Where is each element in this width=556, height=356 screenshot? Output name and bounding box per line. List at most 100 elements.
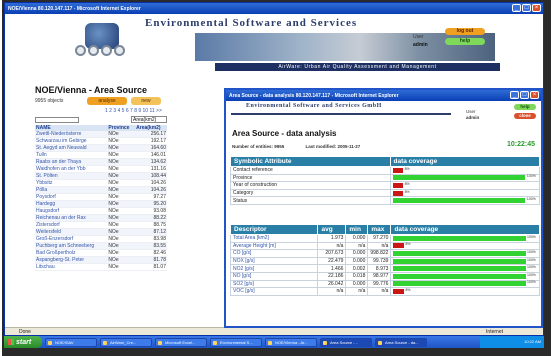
new-button[interactable]: new	[131, 97, 161, 105]
cell-name[interactable]: Weitersfeld	[35, 228, 108, 237]
cell-name[interactable]: Haugsdorf	[35, 207, 108, 216]
table-row[interactable]: Aspangberg-St. Peter NOe 81.78	[35, 256, 167, 265]
table-row[interactable]: Groß-Enzersdorf NOe 83.98	[35, 235, 167, 244]
cell-name[interactable]: Waidhofen an der Ybb	[35, 165, 108, 174]
table-row[interactable]: Zwettl-Niederösterre NOe 256.17	[35, 131, 167, 139]
coverage-percent: 100%	[526, 280, 536, 285]
table-row[interactable]: St. Aegyd am Neuwald NOe 164.60	[35, 144, 167, 153]
taskbar-item[interactable]: Environmental S...	[210, 337, 262, 347]
coverage-fill	[393, 281, 526, 287]
table-row: VOC [g/s] n/a n/a n/a 8%	[229, 287, 540, 296]
dialog-titlebar[interactable]: Area Source - data analysis 80.120.147.1…	[226, 90, 541, 101]
dialog-close-button[interactable]: close	[514, 113, 536, 119]
cell-name[interactable]: Bad Großpertholz	[35, 249, 108, 258]
table-row: Year of construction 8%	[230, 181, 540, 190]
main-window-titlebar[interactable]: NOE/Vienna 80.120.147.117 - Microsoft In…	[5, 3, 543, 14]
taskbar-item[interactable]: NOE/Vienna - Ar...	[265, 337, 317, 347]
taskbar-item[interactable]: Microsoft Excel...	[155, 337, 207, 347]
maximize-icon[interactable]: □	[522, 4, 531, 12]
cell-province: NOe	[107, 249, 136, 258]
table-row[interactable]: Poysdorf NOe 97.27	[35, 193, 167, 202]
taskbar-item[interactable]: AirWare_Cre...	[100, 337, 152, 347]
table-row[interactable]: Waidhofen an der Ybb NOe 131.16	[35, 165, 167, 174]
table-row[interactable]: Zistersdorf NOe 88.75	[35, 221, 167, 230]
coverage-percent: 8%	[404, 181, 410, 186]
data-coverage-header: data coverage	[390, 224, 540, 235]
logout-button[interactable]: log out	[445, 28, 485, 35]
cell-name[interactable]: Ybbsitz	[35, 179, 108, 188]
minimize-icon[interactable]: _	[512, 4, 521, 12]
cell-area: 87.12	[135, 228, 167, 237]
cell-name[interactable]: Zistersdorf	[35, 221, 108, 230]
cell-name[interactable]: Hardegg	[35, 200, 108, 209]
table-row[interactable]: Haugsdorf NOe 93.08	[35, 207, 167, 216]
cell-name[interactable]: Aspangberg-St. Peter	[35, 256, 108, 265]
coverage-percent: 8%	[404, 189, 410, 194]
descriptor-label[interactable]: CO [g/s]	[229, 249, 319, 258]
table-row[interactable]: Puchberg am Schneeberg NOe 83.55	[35, 242, 167, 251]
minimize-icon[interactable]: _	[510, 91, 519, 99]
cell-name[interactable]: Raabs an der Thaya	[35, 158, 108, 167]
max-value: n/a	[367, 241, 392, 251]
coverage-fill	[393, 250, 526, 256]
coverage-cell: 100%	[390, 256, 540, 266]
table-row[interactable]: Weitersfeld NOe 87.12	[35, 228, 167, 237]
start-button[interactable]: start	[4, 336, 42, 348]
cell-name[interactable]: Reichenau an der Rax	[35, 214, 108, 223]
cell-name[interactable]: Litschau	[35, 263, 108, 272]
help-button[interactable]: help	[445, 38, 485, 45]
cell-name[interactable]: Zwettl-Niederösterre	[35, 131, 108, 139]
descriptor-label[interactable]: NO2 [g/s]	[229, 264, 319, 273]
coverage-cell: 100%	[390, 279, 540, 289]
coverage-fill	[393, 288, 404, 294]
taskbar-item[interactable]: Area Source - da...	[375, 337, 427, 347]
cell-name[interactable]: Puchberg am Schneeberg	[35, 242, 108, 251]
descriptor-label[interactable]: NO [g/s]	[229, 271, 319, 281]
dialog-help-button[interactable]: help	[514, 104, 536, 110]
cell-name[interactable]: Schwarzau im Gebirge	[35, 137, 108, 146]
cell-province: NOe	[107, 200, 136, 209]
table-row[interactable]: Litschau NOe 81.07	[35, 263, 167, 272]
descriptor-label[interactable]: VOC [g/s]	[229, 287, 319, 296]
coverage-cell: 8%	[389, 166, 540, 175]
cell-name[interactable]: Groß-Enzersdorf	[35, 235, 108, 244]
cell-name[interactable]: St. Pölten	[35, 172, 108, 181]
coverage-fill	[392, 182, 404, 188]
circle-icon	[75, 45, 86, 56]
table-row[interactable]: Pölla NOe 104.26	[35, 186, 167, 195]
cell-name[interactable]: St. Aegyd am Neuwald	[35, 144, 108, 153]
coverage-percent: 100%	[526, 272, 536, 277]
maximize-icon[interactable]: □	[520, 91, 529, 99]
cell-area: 131.16	[135, 165, 167, 174]
coverage-fill	[393, 273, 526, 279]
objects-count: 9955 objects	[35, 98, 64, 104]
descriptor-label[interactable]: Total Area [km2]	[229, 234, 319, 243]
table-row[interactable]: Schwarzau im Gebirge NOe 192.17	[35, 137, 167, 146]
close-icon[interactable]: ×	[530, 91, 539, 99]
table-row[interactable]: St. Pölten NOe 108.44	[35, 172, 167, 181]
cell-name[interactable]: Tulln	[35, 151, 108, 160]
pagination[interactable]: 1 2 3 4 5 6 7 8 9 10 11 >>	[105, 108, 162, 114]
table-row[interactable]: Bad Großpertholz NOe 82.46	[35, 249, 167, 258]
analyse-button[interactable]: analyse	[87, 97, 127, 105]
table-row[interactable]: Ybbsitz NOe 104.26	[35, 179, 167, 188]
table-row[interactable]: Raabs an der Thaya NOe 134.62	[35, 158, 167, 167]
table-row[interactable]: Tulln NOe 146.01	[35, 151, 167, 160]
table-row[interactable]: Reichenau an der Rax NOe 88.22	[35, 214, 167, 223]
taskbar-item[interactable]: NOE/ISAV	[45, 337, 97, 347]
table-row[interactable]: Hardegg NOe 95.20	[35, 200, 167, 209]
taskbar-item[interactable]: Area Source - ..	[320, 337, 372, 347]
coverage-bar: 100%	[393, 265, 537, 272]
cell-name[interactable]: Poysdorf	[35, 193, 108, 202]
descriptor-label[interactable]: NOX [g/s]	[229, 256, 319, 266]
descriptor-label[interactable]: SO2 [g/s]	[229, 279, 319, 289]
coverage-cell: 100%	[390, 234, 540, 243]
sort-select[interactable]: Area(km2)	[131, 116, 167, 123]
cell-province: NOe	[107, 131, 136, 139]
descriptor-label[interactable]: Average Height [m]	[229, 241, 319, 251]
cell-name[interactable]: Pölla	[35, 186, 108, 195]
close-icon[interactable]: ×	[532, 4, 541, 12]
filter-input[interactable]	[35, 117, 79, 123]
area-source-table: NAME Province Area(km2) Zwettl-Niederöst…	[35, 125, 167, 272]
attribute-label: Contact reference	[230, 166, 391, 175]
